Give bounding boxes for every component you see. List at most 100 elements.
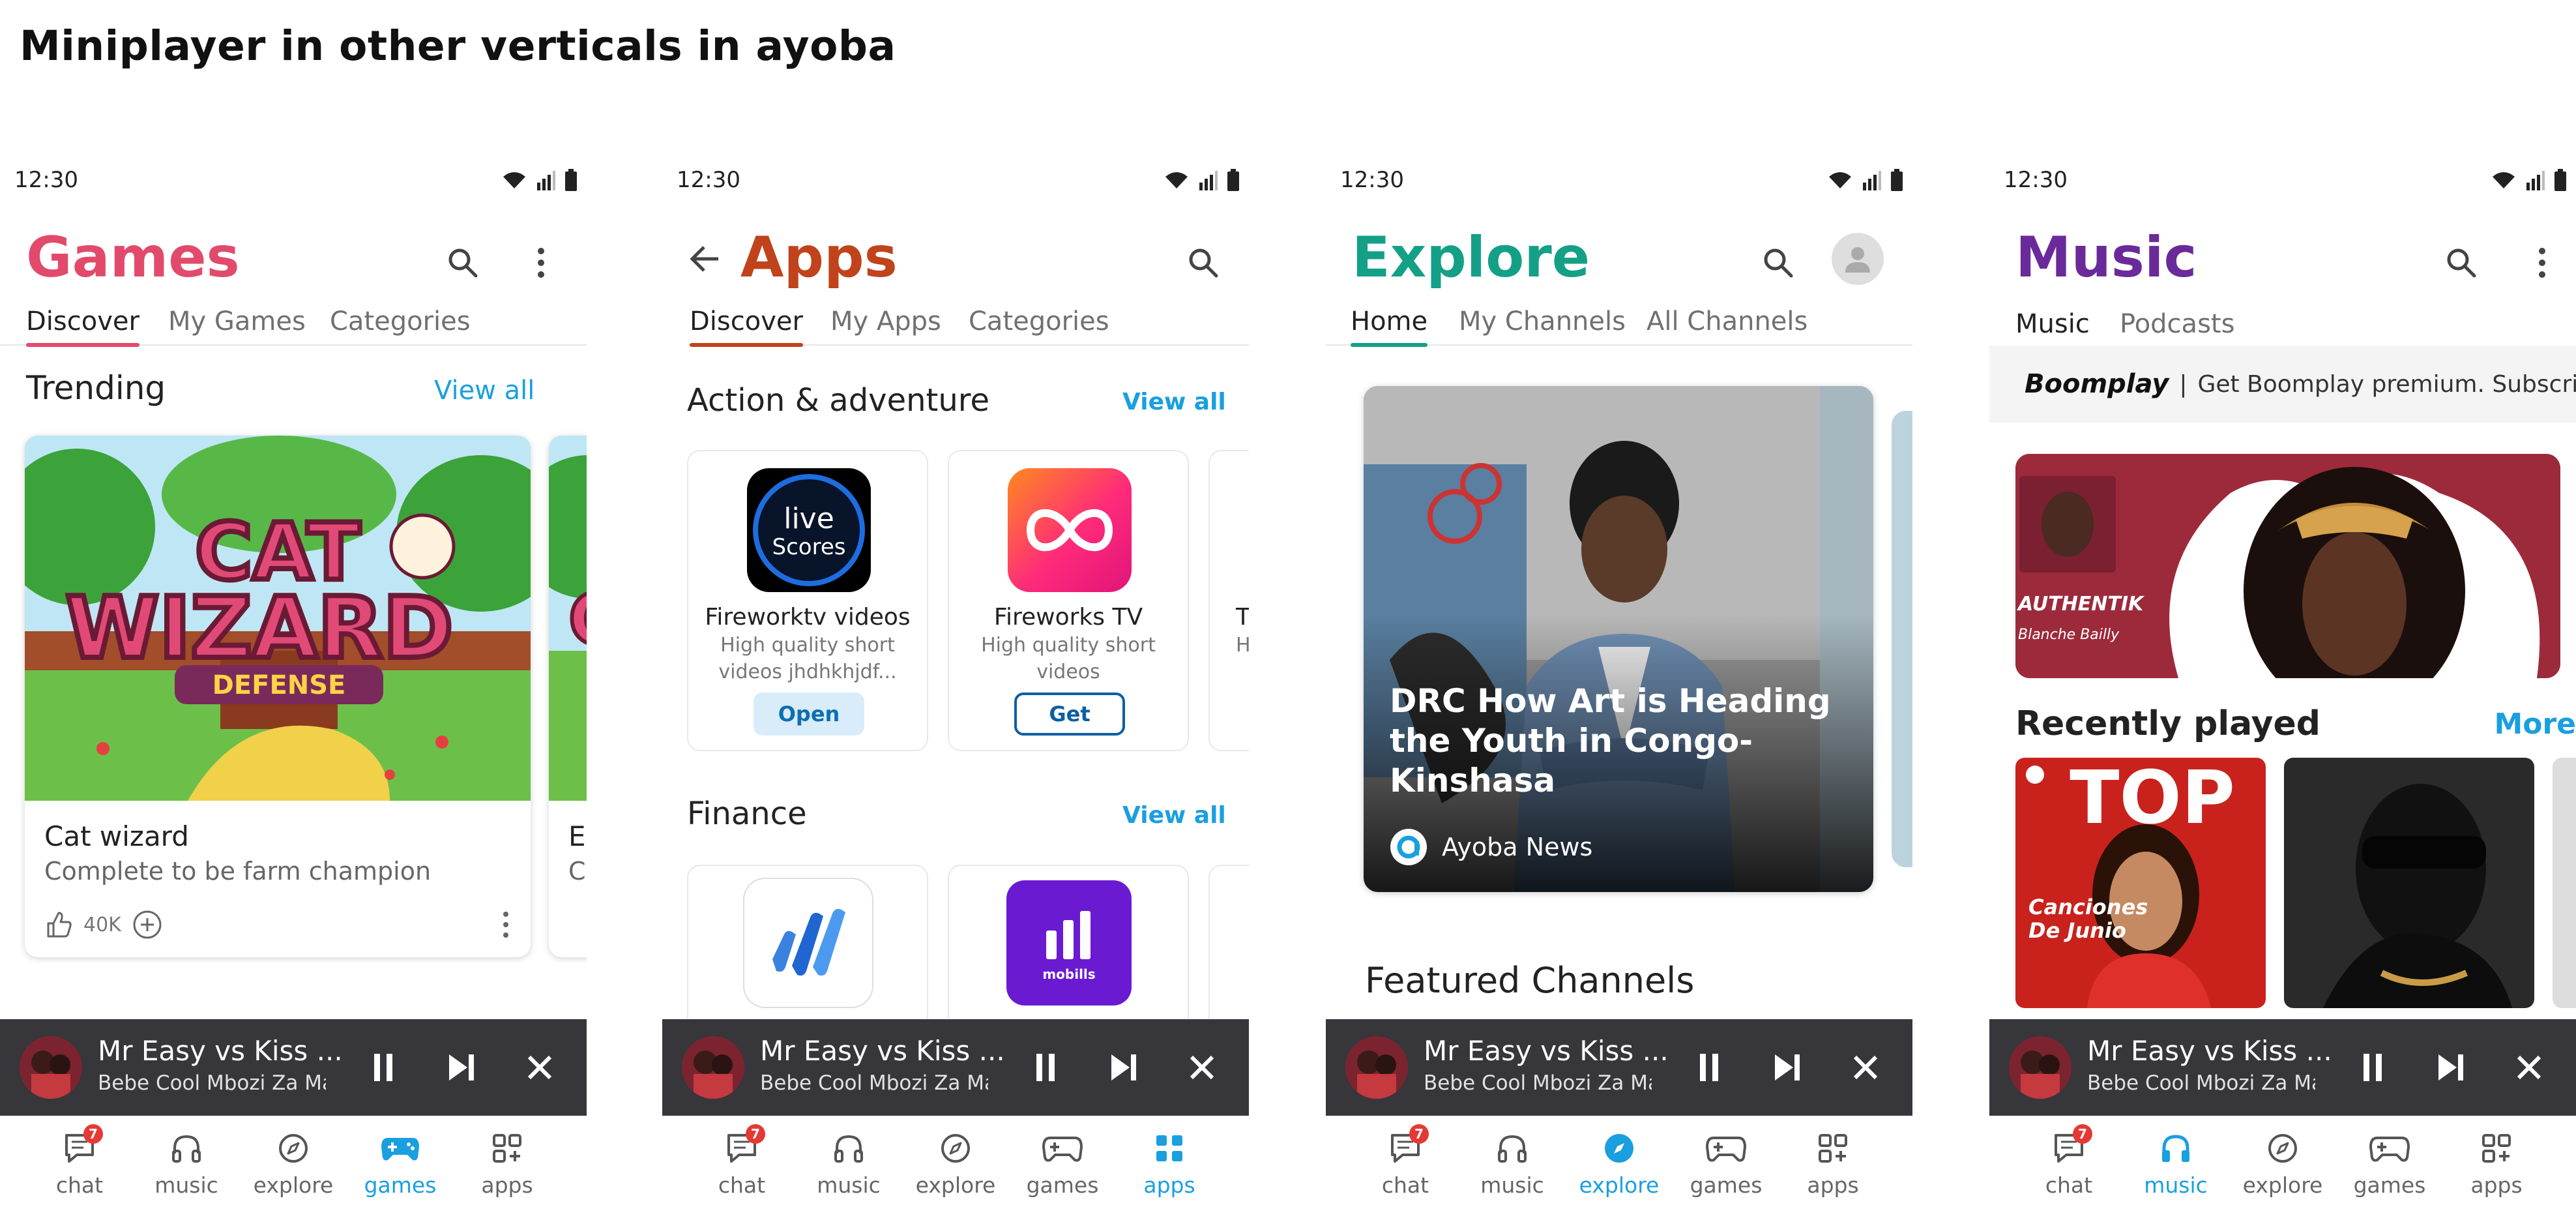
tab-my-games[interactable]: My Games <box>168 306 306 336</box>
app-logo <box>1008 468 1132 592</box>
app-card[interactable]: live Scores Fireworktv videos High qualit… <box>687 450 928 751</box>
back-arrow-icon[interactable] <box>688 242 722 278</box>
avatar[interactable] <box>1832 233 1884 285</box>
search-icon[interactable] <box>1184 243 1223 282</box>
more-vert-icon[interactable] <box>501 910 511 939</box>
gamepad-icon <box>1042 1137 1083 1162</box>
tab-categories[interactable]: Categories <box>969 306 1109 336</box>
nav-chat[interactable]: 7 chat <box>696 1124 787 1198</box>
search-icon[interactable] <box>1759 243 1798 282</box>
pause-icon[interactable] <box>1026 1048 1065 1087</box>
miniplayer[interactable]: Mr Easy vs Kiss ... Bebe Cool Mbozi Za M… <box>662 1019 1249 1116</box>
tab-podcasts[interactable]: Podcasts <box>2120 309 2234 339</box>
more-vert-icon[interactable] <box>521 243 561 282</box>
game-card[interactable]: CAT WIZARD DEFENSE Cat wizard Complete t… <box>25 436 531 957</box>
promo-banner[interactable]: B Boomplay | Get Boomplay premium. Subsc… <box>1989 346 2576 423</box>
pause-icon[interactable] <box>2353 1048 2392 1087</box>
nav-explore[interactable]: explore <box>248 1127 339 1198</box>
nav-music[interactable]: music <box>141 1127 232 1198</box>
game-card-peek[interactable]: C E C <box>549 436 587 957</box>
nav-chat[interactable]: 7 chat <box>2023 1124 2115 1198</box>
tab-my-apps[interactable]: My Apps <box>830 306 941 336</box>
app-card-peek[interactable]: T H <box>1208 450 1249 751</box>
app-name: Fireworktv videos <box>705 604 911 631</box>
signal-icon <box>1863 171 1881 190</box>
miniplayer[interactable]: Mr Easy vs Kiss ... Bebe Cool Mbozi Za M… <box>1989 1019 2576 1116</box>
nav-explore[interactable]: explore <box>2237 1127 2328 1198</box>
nav-games[interactable]: games <box>355 1127 446 1198</box>
track-title: Mr Easy vs Kiss ... <box>98 1035 343 1067</box>
nav-chat[interactable]: 7 chat <box>34 1124 125 1198</box>
skip-next-icon[interactable] <box>2431 1048 2470 1087</box>
track-artist: Bebe Cool Mbozi Za Malada <box>1424 1071 1652 1095</box>
pause-icon[interactable] <box>1690 1048 1729 1087</box>
tab-discover[interactable]: Discover <box>690 306 803 347</box>
close-icon[interactable] <box>1182 1048 1222 1087</box>
skip-next-icon[interactable] <box>442 1048 481 1087</box>
nav-music[interactable]: music <box>803 1127 894 1198</box>
nav-music[interactable]: music <box>1467 1127 1558 1198</box>
track-title: Mr Easy vs Kiss ... <box>2087 1035 2332 1067</box>
view-all-link[interactable]: View all <box>1122 389 1226 415</box>
close-icon[interactable] <box>2510 1048 2549 1087</box>
art-subtitle: DEFENSE <box>212 670 346 700</box>
tab-label: My Channels <box>1459 306 1626 336</box>
get-button[interactable]: Get <box>1014 693 1125 736</box>
nav-apps[interactable]: apps <box>1787 1127 1879 1198</box>
tab-categories[interactable]: Categories <box>330 306 471 336</box>
news-image <box>1364 386 1873 892</box>
section-title-finance: Finance <box>687 796 807 832</box>
skip-next-icon[interactable] <box>1104 1048 1143 1087</box>
nav-explore[interactable]: explore <box>910 1127 1001 1198</box>
thumbs-up-icon[interactable] <box>44 910 73 939</box>
nav-apps[interactable]: apps <box>1124 1127 1215 1198</box>
promo-divider: | <box>2179 370 2188 398</box>
tab-all-channels[interactable]: All Channels <box>1647 306 1808 336</box>
news-card-peek[interactable] <box>1892 411 1912 867</box>
open-button[interactable]: Open <box>754 693 864 736</box>
miniplayer[interactable]: Mr Easy vs Kiss ... Bebe Cool Mbozi Za M… <box>0 1019 587 1116</box>
view-all-link[interactable]: View all <box>1122 802 1226 829</box>
miniplayer[interactable]: Mr Easy vs Kiss ... Bebe Cool Mbozi Za M… <box>1326 1019 1912 1116</box>
more-link[interactable]: More <box>2494 708 2576 741</box>
tab-home[interactable]: Home <box>1351 306 1428 347</box>
nav-games[interactable]: games <box>1680 1127 1772 1198</box>
nav-games[interactable]: games <box>1017 1127 1108 1198</box>
featured-banner[interactable]: AUTHENTIK Blanche Bailly <box>2015 454 2560 678</box>
nav-chat[interactable]: 7 chat <box>1360 1124 1451 1198</box>
more-vert-icon[interactable] <box>2523 243 2562 282</box>
gamepad-icon <box>381 1138 419 1161</box>
track-artist: Bebe Cool Mbozi Za Malada <box>98 1071 326 1095</box>
skip-next-icon[interactable] <box>1768 1048 1807 1087</box>
search-icon[interactable] <box>2442 243 2481 282</box>
compass-icon <box>2268 1134 2297 1163</box>
nav-games[interactable]: games <box>2344 1127 2435 1198</box>
section-title-featured: Featured Channels <box>1365 960 1695 1001</box>
app-card[interactable]: Fireworks TV High quality short videos G… <box>948 450 1189 751</box>
nav-apps[interactable]: apps <box>2451 1127 2542 1198</box>
signal-icon <box>2526 171 2545 190</box>
status-icons <box>1828 169 1903 191</box>
album-card[interactable]: TOP Canciones De Junio <box>2015 758 2266 1008</box>
wifi-icon <box>2493 172 2515 188</box>
close-icon[interactable] <box>520 1048 559 1087</box>
tab-music[interactable]: Music <box>2015 309 2090 351</box>
game-actions: 40K <box>44 905 511 944</box>
nav-music[interactable]: music <box>2130 1127 2221 1198</box>
news-card[interactable]: DRC How Art is Heading the Youth in Cong… <box>1364 386 1873 892</box>
view-all-link[interactable]: View all <box>434 376 534 406</box>
search-icon[interactable] <box>443 243 482 282</box>
album-card-peek[interactable] <box>2553 758 2576 1008</box>
tab-discover[interactable]: Discover <box>26 306 139 347</box>
apps-grid-icon <box>493 1134 521 1163</box>
nav-explore[interactable]: explore <box>1573 1127 1665 1198</box>
close-icon[interactable] <box>1846 1048 1885 1087</box>
nav-apps[interactable]: apps <box>461 1127 553 1198</box>
wifi-icon <box>503 172 525 188</box>
album-card[interactable] <box>2284 758 2534 1008</box>
add-circle-icon[interactable] <box>132 909 163 940</box>
album-subtitle: Canciones <box>2028 895 2148 919</box>
nav-label: games <box>2353 1172 2426 1198</box>
tab-my-channels[interactable]: My Channels <box>1459 306 1626 336</box>
pause-icon[interactable] <box>364 1048 403 1087</box>
